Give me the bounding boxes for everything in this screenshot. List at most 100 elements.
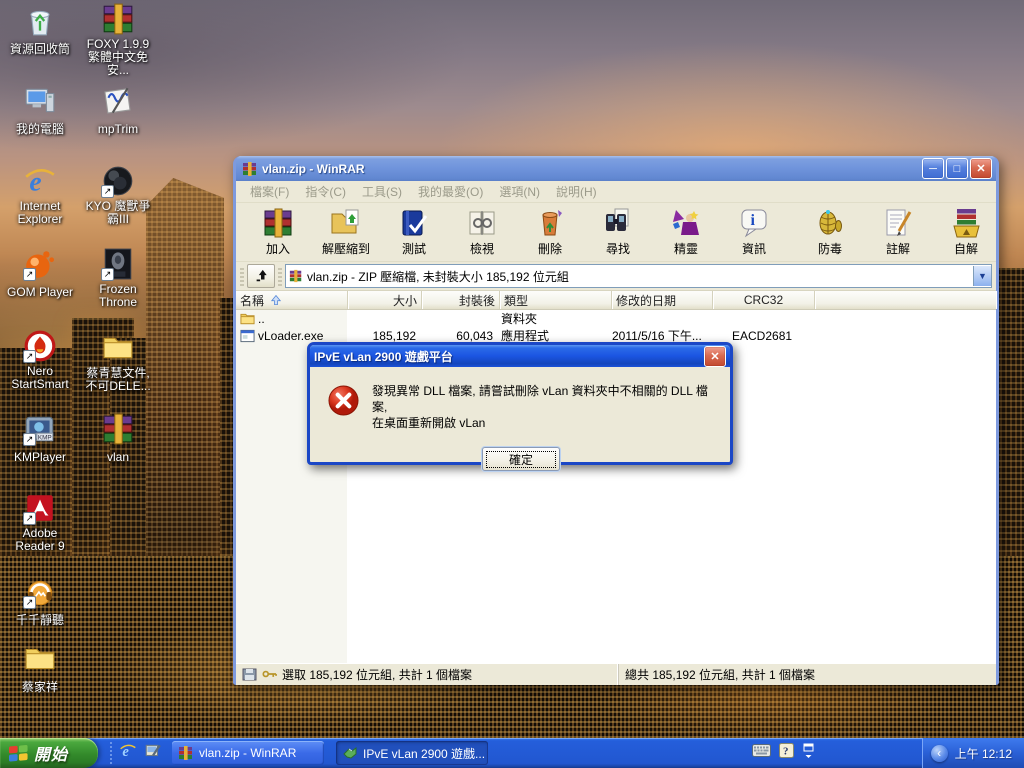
column-header-size[interactable]: 大小: [348, 291, 422, 309]
ok-button-label: 確定: [486, 451, 556, 468]
menu-commands[interactable]: 指令(C): [297, 181, 354, 202]
menu-help[interactable]: 說明(H): [548, 181, 605, 202]
status-selected-text: 選取 185,192 位元組, 共計 1 個檔案: [282, 666, 472, 683]
toolbar-test-button[interactable]: 測試: [380, 203, 448, 261]
toolbar-add-button[interactable]: 加入: [244, 203, 312, 261]
desktop-icon-label: GOM Player: [7, 286, 73, 299]
menu-file[interactable]: 檔案(F): [242, 181, 297, 202]
hide-icons-chevron[interactable]: ‹: [931, 745, 948, 762]
desktop-icon-my-computer[interactable]: 我的電腦: [2, 84, 78, 138]
archive-path-text: vlan.zip - ZIP 壓縮檔, 未封裝大小 185,192 位元組: [307, 268, 969, 285]
dialog-titlebar[interactable]: IPvE vLan 2900 遊戲平台 ✕: [310, 345, 730, 367]
up-arrow-icon: [254, 269, 268, 283]
desktop-icon-tsai-folder[interactable]: 蔡家祥: [2, 642, 78, 696]
column-header-type[interactable]: 類型: [500, 291, 612, 309]
taskbar-item-winrar[interactable]: vlan.zip - WinRAR: [172, 741, 324, 765]
minimize-button[interactable]: ─: [922, 158, 944, 179]
desktop-icon-label: Adobe Reader 9: [2, 527, 78, 553]
dialog-title: IPvE vLan 2900 遊戲平台: [314, 348, 702, 365]
svg-text:KMP: KMP: [38, 435, 52, 442]
taskbar-item-vlan-dialog[interactable]: IPvE vLan 2900 遊戲...: [336, 741, 488, 765]
menu-favorites[interactable]: 我的最愛(O): [410, 181, 491, 202]
building-tower: [146, 178, 224, 578]
desktop-icon-tsai-documents[interactable]: 蔡青慧文件, 不可DELE...: [80, 331, 156, 395]
desktop-icon-gom-player[interactable]: GOM Player: [2, 247, 78, 301]
internet-explorer-icon: e: [23, 164, 57, 198]
desktop-icon-kyo[interactable]: KYO 魔獸爭霸III: [80, 164, 156, 228]
foxy-archive-icon: [101, 2, 135, 36]
toolbar-virus-scan-button[interactable]: 防毒: [796, 203, 864, 261]
start-button[interactable]: 開始: [0, 738, 98, 768]
test-archive-icon: [398, 207, 430, 239]
toolbar-wizard-button[interactable]: 精靈: [652, 203, 720, 261]
folder-icon: [101, 331, 135, 365]
shortcut-arrow-icon: [101, 268, 114, 281]
find-icon: [602, 207, 634, 239]
column-header-crc32[interactable]: CRC32: [713, 291, 815, 309]
internet-explorer-icon[interactable]: e: [119, 742, 137, 765]
up-directory-button[interactable]: [247, 264, 275, 288]
extract-to-icon: [330, 207, 362, 239]
desktop-icon-label: 資源回收筒: [10, 43, 70, 56]
comment-icon: [882, 207, 914, 239]
file-row-parent[interactable]: .. 資料夾: [236, 310, 996, 327]
file-list-header: 名稱 大小 封裝後 類型 修改的日期 CRC32: [236, 291, 996, 310]
desktop-icon-label: mpTrim: [98, 123, 138, 136]
column-header-filler: [815, 291, 996, 309]
keyboard-icon[interactable]: [752, 744, 771, 762]
ok-button[interactable]: 確定: [482, 447, 560, 471]
folder-icon: [240, 312, 255, 326]
maximize-button[interactable]: □: [946, 158, 968, 179]
desktop-icon-kmplayer[interactable]: KMP KMPlayer: [2, 412, 78, 466]
toolbar-find-button[interactable]: 尋找: [584, 203, 652, 261]
error-icon: [328, 385, 359, 416]
show-desktop-icon[interactable]: [144, 742, 162, 765]
desktop-icon-mptrim[interactable]: mpTrim: [80, 84, 156, 138]
sort-ascending-icon: [271, 295, 281, 305]
quick-launch: e: [98, 742, 170, 765]
ime-help-icon[interactable]: ?: [779, 743, 794, 763]
kyo-warcraft-icon: [101, 164, 135, 198]
desktop-icon-foxy[interactable]: FOXY 1.9.9 繁體中文免安...: [80, 2, 156, 79]
desktop-icon-frozen-throne[interactable]: Frozen Throne: [80, 247, 156, 311]
column-header-packed[interactable]: 封裝後: [422, 291, 500, 309]
winrar-menubar: 檔案(F) 指令(C) 工具(S) 我的最愛(O) 選項(N) 說明(H): [236, 181, 996, 203]
desktop-icon-label: Internet Explorer: [2, 200, 78, 226]
key-icon: [262, 668, 277, 681]
shortcut-arrow-icon: [23, 433, 36, 446]
archive-path-combobox[interactable]: vlan.zip - ZIP 壓縮檔, 未封裝大小 185,192 位元組 ▼: [285, 264, 992, 288]
toolbar-delete-button[interactable]: 刪除: [516, 203, 584, 261]
recycle-bin-icon: [23, 4, 57, 38]
desktop-icon-internet-explorer[interactable]: e Internet Explorer: [2, 164, 78, 228]
toolbar-info-button[interactable]: i 資訊: [720, 203, 788, 261]
winrar-address-row: vlan.zip - ZIP 壓縮檔, 未封裝大小 185,192 位元組 ▼: [236, 262, 996, 291]
shortcut-arrow-icon: [23, 512, 36, 525]
column-header-name[interactable]: 名稱: [236, 291, 348, 309]
toolbar-extract-button[interactable]: 解壓縮到: [312, 203, 380, 261]
toolbar-sfx-button[interactable]: 自解: [932, 203, 1000, 261]
dialog-close-button[interactable]: ✕: [704, 346, 726, 367]
column-header-modified[interactable]: 修改的日期: [612, 291, 713, 309]
expand-window-icon[interactable]: [802, 743, 815, 764]
shortcut-arrow-icon: [23, 350, 36, 363]
winrar-titlebar[interactable]: vlan.zip - WinRAR ─ □ ✕: [236, 156, 996, 181]
toolbar-comment-button[interactable]: 註解: [864, 203, 932, 261]
desktop-icon-label: 蔡家祥: [22, 681, 58, 694]
desktop-icon-nero[interactable]: Nero StartSmart: [2, 329, 78, 393]
nero-startsmart-icon: [23, 329, 57, 363]
close-button[interactable]: ✕: [970, 158, 992, 179]
status-total-text: 總共 185,192 位元組, 共計 1 個檔案: [625, 666, 815, 683]
toolbar-view-button[interactable]: 檢視: [448, 203, 516, 261]
desktop-icon-recycle-bin[interactable]: 資源回收筒: [2, 4, 78, 58]
combobox-dropdown-button[interactable]: ▼: [973, 266, 991, 286]
menu-tools[interactable]: 工具(S): [354, 181, 410, 202]
menu-options[interactable]: 選項(N): [491, 181, 548, 202]
desktop-icon-ttplayer[interactable]: 千千靜聽: [2, 575, 78, 629]
desktop-icon-vlan[interactable]: vlan: [80, 412, 156, 466]
svg-text:i: i: [751, 212, 756, 229]
shortcut-arrow-icon: [23, 596, 36, 609]
desktop-icon-label: 蔡青慧文件, 不可DELE...: [80, 367, 156, 393]
svg-text:?: ?: [783, 746, 789, 758]
desktop-icon-adobe-reader[interactable]: Adobe Reader 9: [2, 491, 78, 555]
windows-logo-icon: [8, 744, 29, 763]
